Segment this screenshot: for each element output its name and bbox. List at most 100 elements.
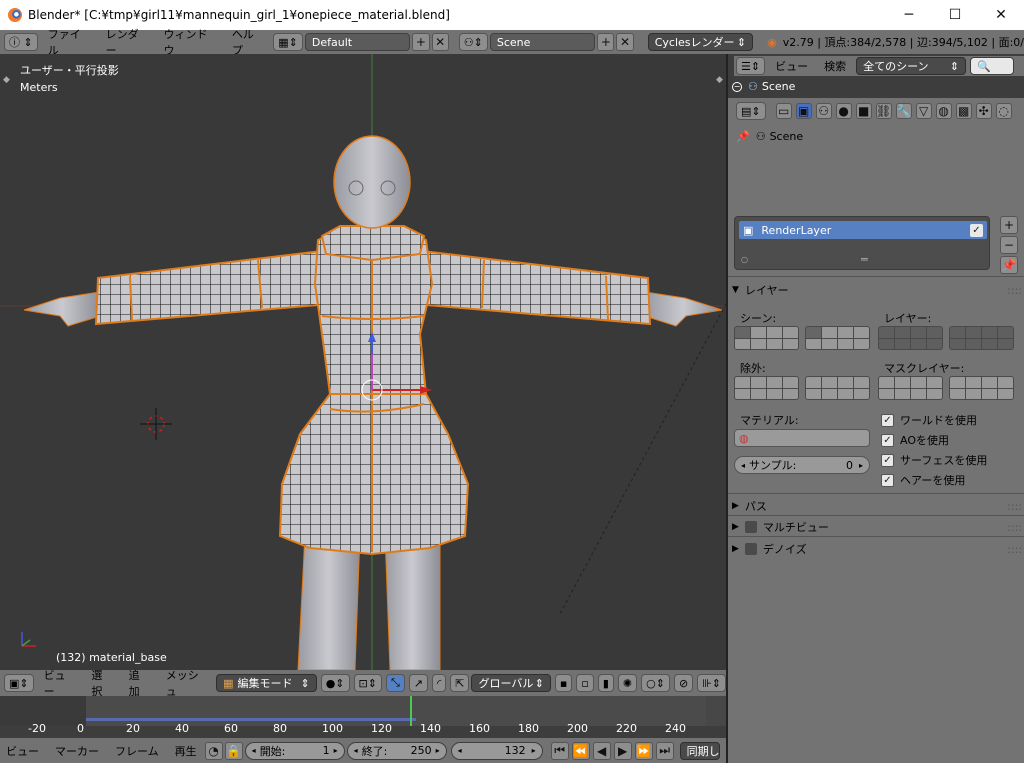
layer-panel-header[interactable]: ▼ レイヤー:::: <box>732 280 1022 300</box>
next-keyframe-icon[interactable]: ⏩ <box>634 741 653 760</box>
viewport-editor-type[interactable]: ▣⇕ <box>4 674 34 692</box>
lock-range-icon[interactable]: 🔒 <box>224 741 243 760</box>
scene-icon[interactable]: ⚇⇕ <box>458 33 488 51</box>
edge-select-mode[interactable]: ▫ <box>576 674 594 692</box>
renderlayer-layers-grid-b[interactable] <box>949 326 1014 350</box>
vh-menu-add[interactable]: 追加 <box>129 667 150 699</box>
shading-select[interactable]: ●⇕ <box>320 674 350 692</box>
layout-field[interactable]: Default <box>304 33 411 51</box>
snap-toggle[interactable]: ⊘ <box>673 674 694 692</box>
denoise-panel-header[interactable]: ▶ デノイズ:::: <box>732 539 1022 559</box>
samples-field[interactable]: ◂ サンプル: 0 ▸ <box>734 456 870 474</box>
outliner-menu-search[interactable]: 検索 <box>824 58 846 74</box>
timeline[interactable]: -20 0 20 40 60 80 100 120 140 160 180 200 220 240 <box>0 696 726 738</box>
particle-tab-icon[interactable]: ✣ <box>975 103 992 119</box>
prev-keyframe-icon[interactable]: ⏪ <box>571 741 590 760</box>
multiview-panel-header[interactable]: ▶ マルチビュー:::: <box>732 517 1022 537</box>
list-resize-handle[interactable]: ═ <box>861 253 868 266</box>
editor-type-button[interactable]: ⓘ ⇕ <box>4 33 38 51</box>
current-frame-field[interactable]: ◂ 132 ▸ <box>450 741 543 760</box>
tl-menu-marker[interactable]: マーカー <box>55 743 99 759</box>
exclude-layers-grid-b[interactable] <box>805 376 870 400</box>
renderlayer-tab-icon[interactable]: ▣ <box>795 103 812 119</box>
vh-menu-mesh[interactable]: メッシュ <box>166 667 208 699</box>
world-tab-icon[interactable]: ● <box>835 103 852 119</box>
display-mode-select[interactable]: 全てのシーン ⇕ <box>856 57 967 75</box>
renderlayer-list[interactable]: ▣ RenderLayer ✓ ○ ═ <box>734 216 990 270</box>
screen-layout-icon[interactable]: ▦⇕ <box>273 33 303 51</box>
manipulator-toggle[interactable]: ⤡ <box>385 674 405 692</box>
mask-layers-grid-a[interactable] <box>878 376 943 400</box>
sync-select[interactable]: 同期し <box>679 741 720 760</box>
orientation-select[interactable]: グローバル ⇕ <box>471 674 551 692</box>
renderlayer-item[interactable]: ▣ RenderLayer ✓ <box>739 221 987 239</box>
jump-end-icon[interactable]: ⏭ <box>655 741 674 760</box>
vh-menu-select[interactable]: 選択 <box>91 667 112 699</box>
multiview-checkbox[interactable] <box>744 521 757 533</box>
3d-viewport[interactable]: ◆ ◆ ユーザー・平行投影 Meters (132) material_base <box>0 54 726 670</box>
remove-layout-button[interactable]: ✕ <box>431 33 449 51</box>
passes-panel-header[interactable]: ▶ パス:::: <box>732 496 1022 516</box>
outliner-editor-type[interactable]: ☰⇕ <box>736 57 766 75</box>
end-frame-field[interactable]: ◂ 終了: 250 ▸ <box>346 741 447 760</box>
play-icon[interactable]: ▶ <box>613 741 632 760</box>
scene-field[interactable]: Scene <box>489 33 596 51</box>
render-tab-icon[interactable]: ▭ <box>775 103 792 119</box>
scene-layers-grid-b[interactable] <box>805 326 870 350</box>
data-tab-icon[interactable]: ▽ <box>915 103 932 119</box>
jump-start-icon[interactable]: ⏮ <box>550 741 569 760</box>
play-reverse-icon[interactable]: ◀ <box>592 741 611 760</box>
remove-renderlayer-button[interactable]: − <box>1000 236 1018 254</box>
pivot-select[interactable]: ⊡⇕ <box>353 674 382 692</box>
proportional-edit[interactable]: ○⇕ <box>641 674 670 692</box>
use-ao-checkbox[interactable]: ✓ AOを使用 <box>881 432 949 448</box>
pin-icon[interactable]: 📌 <box>736 130 750 143</box>
face-select-mode[interactable]: ▮ <box>597 674 614 692</box>
renderlayer-enable-checkbox[interactable]: ✓ <box>970 223 983 237</box>
constraint-tab-icon[interactable]: ⛓ <box>875 103 892 119</box>
exclude-layers-grid-a[interactable] <box>734 376 799 400</box>
outliner-scene-item[interactable]: Scene <box>762 80 796 93</box>
manipulator-translate[interactable]: ↗ <box>408 674 428 692</box>
material-override-field[interactable]: ◍ <box>734 429 870 447</box>
tl-menu-playback[interactable]: 再生 <box>175 743 197 759</box>
outliner-menu-view[interactable]: ビュー <box>775 58 808 74</box>
physics-tab-icon[interactable]: ◌ <box>995 103 1012 119</box>
use-hair-checkbox[interactable]: ✓ ヘアーを使用 <box>881 472 965 488</box>
renderlayer-pin-button[interactable]: 📌 <box>1000 256 1018 274</box>
use-surface-checkbox[interactable]: ✓ サーフェスを使用 <box>881 452 987 468</box>
denoise-checkbox[interactable] <box>744 543 757 555</box>
properties-editor-type[interactable]: ▤⇕ <box>736 102 766 120</box>
add-layout-button[interactable]: + <box>412 33 430 51</box>
scene-layers-grid-a[interactable] <box>734 326 799 350</box>
modifier-tab-icon[interactable]: 🔧 <box>895 103 912 119</box>
search-field[interactable]: 🔍 <box>970 57 1015 75</box>
list-filter-icon[interactable]: ○ <box>741 255 748 264</box>
remove-scene-button[interactable]: ✕ <box>616 33 634 51</box>
decrement-icon[interactable]: ◂ <box>741 461 745 470</box>
start-frame-field[interactable]: ◂ 開始: 1 ▸ <box>244 741 345 760</box>
add-scene-button[interactable]: + <box>597 33 615 51</box>
manipulator-scale[interactable]: ⇱ <box>450 674 470 692</box>
maximize-button[interactable]: ☐ <box>932 0 978 30</box>
render-engine-select[interactable]: Cyclesレンダー ⇕ <box>647 33 754 51</box>
vh-menu-view[interactable]: ビュー <box>44 667 76 699</box>
close-button[interactable]: ✕ <box>978 0 1024 30</box>
vertex-select-mode[interactable]: ▪ <box>554 674 573 692</box>
material-tab-icon[interactable]: ◍ <box>935 103 952 119</box>
snap-element[interactable]: ⊪⇕ <box>697 674 726 692</box>
texture-tab-icon[interactable]: ▩ <box>955 103 972 119</box>
occlude-geometry-toggle[interactable]: ✺ <box>617 674 638 692</box>
renderlayer-layers-grid-a[interactable] <box>878 326 943 350</box>
scene-tab-icon[interactable]: ⚇ <box>815 103 832 119</box>
mask-layers-grid-b[interactable] <box>949 376 1014 400</box>
object-tab-icon[interactable]: ■ <box>855 103 872 119</box>
mode-select[interactable]: ▦ 編集モード ⇕ <box>216 674 317 692</box>
preview-range-icon[interactable]: ◔ <box>204 741 223 760</box>
minimize-button[interactable]: ─ <box>886 0 932 30</box>
viewport-canvas[interactable]: ◆ ◆ <box>0 54 726 670</box>
tl-menu-view[interactable]: ビュー <box>6 743 39 759</box>
use-world-checkbox[interactable]: ✓ ワールドを使用 <box>881 412 977 428</box>
add-renderlayer-button[interactable]: + <box>1000 216 1018 234</box>
tl-menu-frame[interactable]: フレーム <box>115 743 159 759</box>
